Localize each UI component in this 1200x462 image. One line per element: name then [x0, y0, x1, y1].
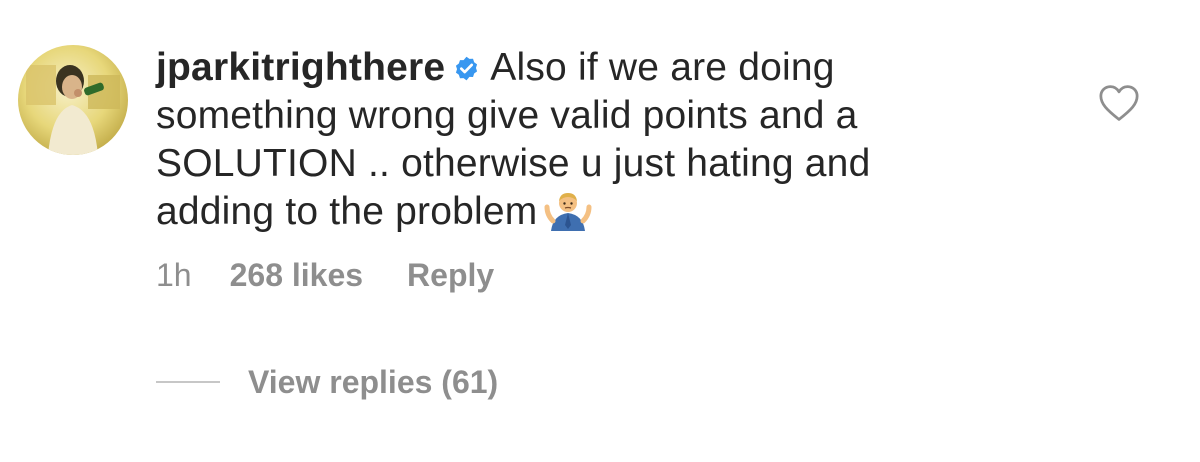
comment-text-rest: something wrong give valid points and a … — [156, 94, 871, 233]
view-replies-button[interactable]: View replies (61) — [156, 362, 498, 402]
reply-button[interactable]: Reply — [407, 255, 494, 295]
comment-time: 1h — [156, 257, 192, 293]
comment-body: jparkitrighthere Also if we are doing so… — [156, 44, 956, 236]
username-link[interactable]: jparkitrighthere — [156, 46, 445, 89]
verified-badge-icon — [456, 56, 478, 81]
avatar-image — [18, 45, 128, 155]
likes-count[interactable]: 268 likes — [230, 255, 363, 295]
comment: jparkitrighthere Also if we are doing so… — [0, 0, 1200, 462]
view-replies-divider — [156, 381, 220, 383]
person-shrugging-icon — [544, 193, 592, 231]
avatar[interactable] — [18, 45, 128, 155]
comment-text: jparkitrighthere Also if we are doing so… — [156, 44, 956, 236]
view-replies-label: View replies (61) — [248, 364, 499, 400]
heart-outline-icon[interactable] — [1098, 84, 1140, 122]
comment-text-line1: Also if we are doing — [490, 46, 835, 89]
comment-meta: 1h 268 likes Reply — [156, 255, 494, 295]
